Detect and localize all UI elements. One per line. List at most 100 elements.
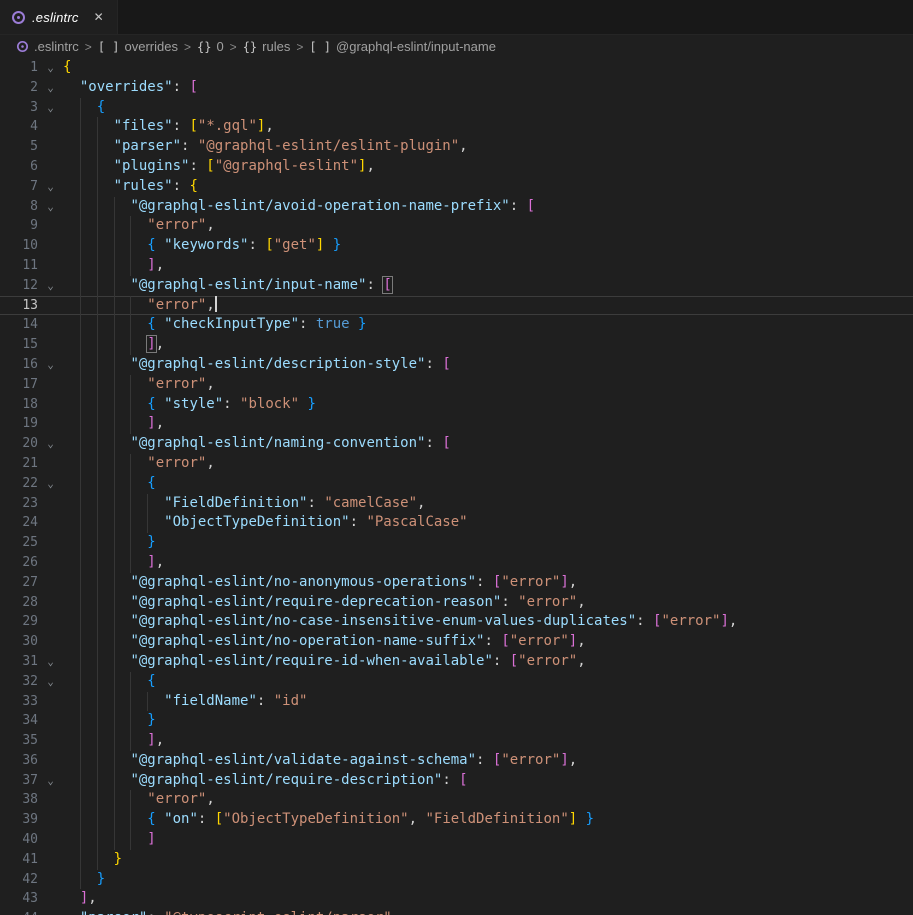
code-line[interactable]: 4 "files": ["*.gql"], — [0, 117, 913, 137]
line-number[interactable]: 1 — [0, 58, 38, 78]
code-line[interactable]: 14 { "checkInputType": true } — [0, 315, 913, 335]
code-line[interactable]: 41 } — [0, 850, 913, 870]
breadcrumb-item[interactable]: .eslintrc — [16, 39, 79, 54]
code-line[interactable]: 31⌄ "@graphql-eslint/require-id-when-ava… — [0, 652, 913, 672]
line-number[interactable]: 7 — [0, 177, 38, 197]
line-number[interactable]: 11 — [0, 256, 38, 276]
code-line[interactable]: 32⌄ { — [0, 672, 913, 692]
line-number[interactable]: 38 — [0, 790, 38, 810]
line-number[interactable]: 30 — [0, 632, 38, 652]
code-line[interactable]: 33 "fieldName": "id" — [0, 692, 913, 712]
code-line[interactable]: 12⌄ "@graphql-eslint/input-name": [ — [0, 276, 913, 296]
code-line[interactable]: 17 "error", — [0, 375, 913, 395]
code-line[interactable]: 30 "@graphql-eslint/no-operation-name-su… — [0, 632, 913, 652]
code-line[interactable]: 42 } — [0, 870, 913, 890]
line-number[interactable]: 25 — [0, 533, 38, 553]
line-number[interactable]: 23 — [0, 494, 38, 514]
code-line[interactable]: 15 ], — [0, 335, 913, 355]
fold-chevron-icon[interactable]: ⌄ — [38, 98, 63, 118]
line-number[interactable]: 28 — [0, 593, 38, 613]
code-line[interactable]: 29 "@graphql-eslint/no-case-insensitive-… — [0, 612, 913, 632]
code-line[interactable]: 39 { "on": ["ObjectTypeDefinition", "Fie… — [0, 810, 913, 830]
line-number[interactable]: 10 — [0, 236, 38, 256]
code-line[interactable]: 6 "plugins": ["@graphql-eslint"], — [0, 157, 913, 177]
line-number[interactable]: 41 — [0, 850, 38, 870]
line-number[interactable]: 29 — [0, 612, 38, 632]
line-number[interactable]: 24 — [0, 513, 38, 533]
line-number[interactable]: 33 — [0, 692, 38, 712]
line-number[interactable]: 2 — [0, 78, 38, 98]
fold-chevron-icon[interactable]: ⌄ — [38, 652, 63, 672]
line-number[interactable]: 4 — [0, 117, 38, 137]
code-line[interactable]: 16⌄ "@graphql-eslint/description-style":… — [0, 355, 913, 375]
fold-chevron-icon[interactable]: ⌄ — [38, 177, 63, 197]
line-number[interactable]: 15 — [0, 335, 38, 355]
code-line[interactable]: 37⌄ "@graphql-eslint/require-description… — [0, 771, 913, 791]
code-line[interactable]: 22⌄ { — [0, 474, 913, 494]
line-number[interactable]: 18 — [0, 395, 38, 415]
fold-chevron-icon[interactable]: ⌄ — [38, 78, 63, 98]
code-line[interactable]: 43 ], — [0, 889, 913, 909]
code-line[interactable]: 7⌄ "rules": { — [0, 177, 913, 197]
code-line[interactable]: 24 "ObjectTypeDefinition": "PascalCase" — [0, 513, 913, 533]
line-number[interactable]: 16 — [0, 355, 38, 375]
close-icon[interactable]: ✕ — [94, 10, 104, 24]
code-line[interactable]: 11 ], — [0, 256, 913, 276]
line-number[interactable]: 34 — [0, 711, 38, 731]
breadcrumb-item[interactable]: [ ]overrides — [98, 39, 178, 54]
code-line[interactable]: 3⌄ { — [0, 98, 913, 118]
fold-chevron-icon[interactable]: ⌄ — [38, 771, 63, 791]
line-number[interactable]: 19 — [0, 414, 38, 434]
line-number[interactable]: 40 — [0, 830, 38, 850]
line-number[interactable]: 27 — [0, 573, 38, 593]
line-number[interactable]: 32 — [0, 672, 38, 692]
breadcrumb-item[interactable]: [ ]@graphql-eslint/input-name — [309, 39, 496, 54]
code-line[interactable]: 34 } — [0, 711, 913, 731]
line-number[interactable]: 8 — [0, 197, 38, 217]
line-number[interactable]: 20 — [0, 434, 38, 454]
code-line[interactable]: 2⌄ "overrides": [ — [0, 78, 913, 98]
line-number[interactable]: 36 — [0, 751, 38, 771]
code-line[interactable]: 9 "error", — [0, 216, 913, 236]
fold-chevron-icon[interactable]: ⌄ — [38, 355, 63, 375]
code-line[interactable]: 27 "@graphql-eslint/no-anonymous-operati… — [0, 573, 913, 593]
fold-chevron-icon[interactable]: ⌄ — [38, 58, 63, 78]
line-number[interactable]: 21 — [0, 454, 38, 474]
line-number[interactable]: 12 — [0, 276, 38, 296]
line-number[interactable]: 5 — [0, 137, 38, 157]
line-number[interactable]: 17 — [0, 375, 38, 395]
line-number[interactable]: 13 — [0, 296, 38, 316]
line-number[interactable]: 43 — [0, 889, 38, 909]
fold-chevron-icon[interactable]: ⌄ — [38, 672, 63, 692]
code-line[interactable]: 20⌄ "@graphql-eslint/naming-convention":… — [0, 434, 913, 454]
code-line[interactable]: 19 ], — [0, 414, 913, 434]
breadcrumb-item[interactable]: {}rules — [243, 39, 291, 54]
fold-chevron-icon[interactable]: ⌄ — [38, 474, 63, 494]
code-line[interactable]: 1⌄{ — [0, 58, 913, 78]
fold-chevron-icon[interactable]: ⌄ — [38, 276, 63, 296]
line-number[interactable]: 39 — [0, 810, 38, 830]
code-line[interactable]: 21 "error", — [0, 454, 913, 474]
line-number[interactable]: 37 — [0, 771, 38, 791]
code-line[interactable]: 35 ], — [0, 731, 913, 751]
breadcrumb-item[interactable]: {}0 — [197, 39, 224, 54]
code-line[interactable]: 38 "error", — [0, 790, 913, 810]
code-line[interactable]: 25 } — [0, 533, 913, 553]
code-line[interactable]: 44 "parser": "@typescript-eslint/parser" — [0, 909, 913, 915]
fold-chevron-icon[interactable]: ⌄ — [38, 434, 63, 454]
code-line[interactable]: 8⌄ "@graphql-eslint/avoid-operation-name… — [0, 197, 913, 217]
line-number[interactable]: 6 — [0, 157, 38, 177]
code-line[interactable]: 26 ], — [0, 553, 913, 573]
code-line[interactable]: 40 ] — [0, 830, 913, 850]
code-line[interactable]: 28 "@graphql-eslint/require-deprecation-… — [0, 593, 913, 613]
line-number[interactable]: 31 — [0, 652, 38, 672]
line-number[interactable]: 22 — [0, 474, 38, 494]
line-number[interactable]: 26 — [0, 553, 38, 573]
code-line[interactable]: 18 { "style": "block" } — [0, 395, 913, 415]
code-line[interactable]: 23 "FieldDefinition": "camelCase", — [0, 494, 913, 514]
code-line[interactable]: 13 "error", — [0, 296, 913, 316]
code-line[interactable]: 10 { "keywords": ["get"] } — [0, 236, 913, 256]
code-line[interactable]: 5 "parser": "@graphql-eslint/eslint-plug… — [0, 137, 913, 157]
code-line[interactable]: 36 "@graphql-eslint/validate-against-sch… — [0, 751, 913, 771]
fold-chevron-icon[interactable]: ⌄ — [38, 197, 63, 217]
